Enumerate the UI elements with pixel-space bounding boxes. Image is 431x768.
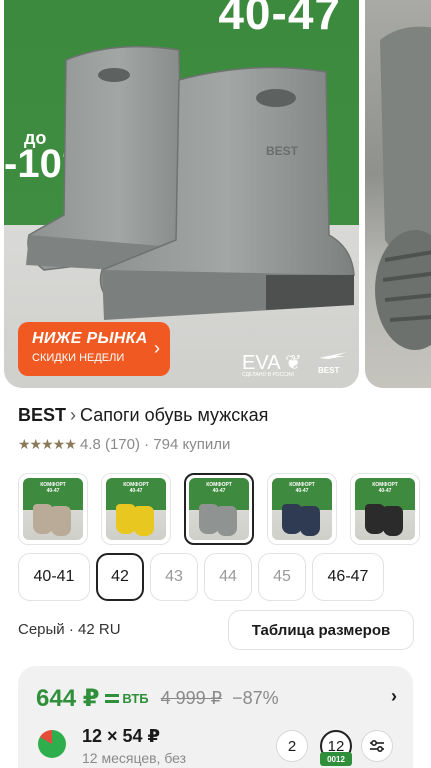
color-variant-grey[interactable]: КОМФОРТ 40-47 (184, 473, 254, 545)
product-image-main[interactable]: 40-47 до -10° BEST НИЖЕ РЫНКА (4, 0, 359, 388)
boot-icon (199, 504, 219, 534)
product-title[interactable]: BEST › Сапоги обувь мужская (18, 405, 268, 426)
chevron-right-icon: › (154, 338, 160, 358)
size-option-selected[interactable]: 42 (96, 553, 144, 601)
old-price: 4 999 ₽ (160, 688, 223, 708)
boot-icon (134, 506, 154, 536)
variant-thumbnail: КОМФОРТ 40-47 (106, 478, 166, 540)
installment-amount: 12 × 54 ₽ (82, 726, 161, 746)
boot-icon (300, 506, 320, 536)
svg-text:BEST: BEST (266, 144, 299, 158)
boot-icon (282, 504, 302, 534)
bank-price-label: ВТБ (105, 691, 149, 706)
boot-icon (217, 506, 237, 536)
size-option[interactable]: 43 (150, 553, 198, 601)
boot-icon (383, 506, 403, 536)
size-option[interactable]: 46-47 (312, 553, 384, 601)
price-card[interactable]: 644 ₽ ВТБ 4 999 ₽ −87% › 12 × 54 ₽ 12 ме… (18, 666, 413, 768)
settings-sliders-button[interactable] (361, 730, 393, 762)
brand-logo: BEST (318, 350, 348, 375)
made-in-label: СДЕЛАНО В РОССИИ (242, 372, 294, 378)
chevron-right-icon: › (70, 405, 77, 425)
product-name: Сапоги обувь мужская (80, 405, 269, 425)
discount-percent: −87% (232, 688, 279, 708)
term-badge: 0012 (320, 752, 352, 766)
variant-thumbnail: КОМФОРТ 40-47 (23, 478, 83, 540)
size-option[interactable]: 40-41 (18, 553, 90, 601)
color-variant-yellow[interactable]: КОМФОРТ 40-47 (101, 473, 171, 545)
color-variant-navy[interactable]: КОМФОРТ 40-47 (267, 473, 337, 545)
below-market-badge[interactable]: НИЖЕ РЫНКА СКИДКИ НЕДЕЛИ › (18, 322, 170, 376)
brand-name[interactable]: BEST (18, 405, 66, 425)
leaf-icon: ❦ (285, 352, 302, 374)
boot-icon (33, 504, 53, 534)
badge-title: НИЖЕ РЫНКА (32, 330, 148, 347)
product-image-gallery[interactable]: 40-47 до -10° BEST НИЖЕ РЫНКА (0, 0, 431, 390)
term-option[interactable]: 2 (276, 730, 308, 762)
wing-icon (319, 352, 347, 359)
price-row: 644 ₽ ВТБ 4 999 ₽ −87% (36, 684, 279, 713)
product-image-next[interactable] (365, 0, 431, 388)
vtb-icon (105, 694, 120, 703)
size-selector: 40-41 42 43 44 45 46-47 (18, 553, 384, 601)
size-table-button[interactable]: Таблица размеров (228, 610, 414, 650)
boots-illustration: BEST (26, 45, 355, 320)
boot-icon (51, 506, 71, 536)
installment-terms: 12 месяцев, без (82, 750, 187, 766)
size-option[interactable]: 45 (258, 553, 306, 601)
badge-subtitle: СКИДКИ НЕДЕЛИ (32, 352, 125, 364)
boot-sole-illustration (375, 26, 431, 350)
rating-summary[interactable]: ★★★★★ 4.8 (170) · 794 купили (18, 436, 230, 453)
boot-icon (365, 504, 385, 534)
color-variant-black[interactable]: КОМФОРТ 40-47 (350, 473, 420, 545)
variant-thumbnail: КОМФОРТ 40-47 (272, 478, 332, 540)
sliders-icon (370, 739, 384, 753)
boot-icon (116, 504, 136, 534)
selected-variant-summary: Серый · 42 RU (18, 621, 121, 638)
variant-thumbnail: КОМФОРТ 40-47 (189, 478, 249, 540)
rating-text: 4.8 (170) · 794 купили (79, 436, 231, 453)
installment-icon (38, 730, 66, 758)
chevron-right-icon[interactable]: › (391, 686, 397, 707)
current-price: 644 ₽ (36, 685, 100, 712)
size-option[interactable]: 44 (204, 553, 252, 601)
color-variants: КОМФОРТ 40-47 КОМФОРТ 40-47 КОМФОРТ 40-4… (18, 473, 420, 545)
color-variant-beige[interactable]: КОМФОРТ 40-47 (18, 473, 88, 545)
variant-thumbnail: КОМФОРТ 40-47 (355, 478, 415, 540)
star-rating-icon: ★★★★★ (18, 436, 77, 452)
